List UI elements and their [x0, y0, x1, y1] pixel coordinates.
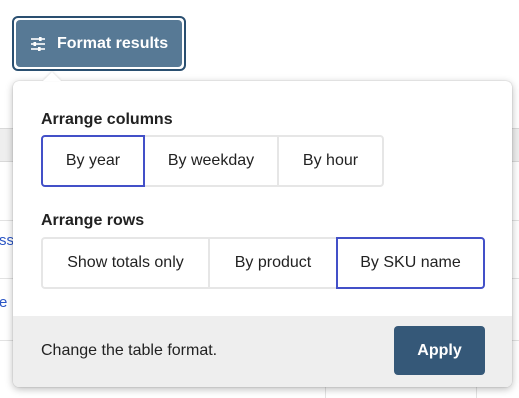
columns-option-by-hour[interactable]: By hour: [277, 135, 384, 187]
arrange-rows-title: Arrange rows: [41, 212, 145, 229]
rows-option-by-product[interactable]: By product: [208, 237, 338, 289]
format-results-label: Format results: [57, 34, 169, 52]
table-cell-link[interactable]: ss: [0, 232, 14, 249]
footer-description: Change the table format.: [41, 342, 218, 359]
arrange-columns-title: Arrange columns: [41, 111, 173, 128]
popover-arrow: [43, 72, 61, 81]
format-popover: Arrange columns By year By weekday By ho…: [13, 72, 512, 387]
apply-button[interactable]: Apply: [394, 326, 485, 375]
arrange-columns-group: By year By weekday By hour: [41, 135, 384, 187]
format-results-focus-ring: Format results: [12, 16, 186, 71]
rows-option-by-sku-name[interactable]: By SKU name: [336, 237, 485, 289]
rows-option-show-totals-only[interactable]: Show totals only: [41, 237, 210, 289]
sliders-icon: [30, 36, 46, 52]
popover-footer: Change the table format. Apply: [13, 316, 512, 387]
format-results-button[interactable]: Format results: [16, 20, 182, 67]
columns-option-by-year[interactable]: By year: [41, 135, 145, 187]
columns-option-by-weekday[interactable]: By weekday: [143, 135, 279, 187]
arrange-rows-group: Show totals only By product By SKU name: [41, 237, 485, 289]
table-cell-link[interactable]: e: [0, 294, 7, 311]
